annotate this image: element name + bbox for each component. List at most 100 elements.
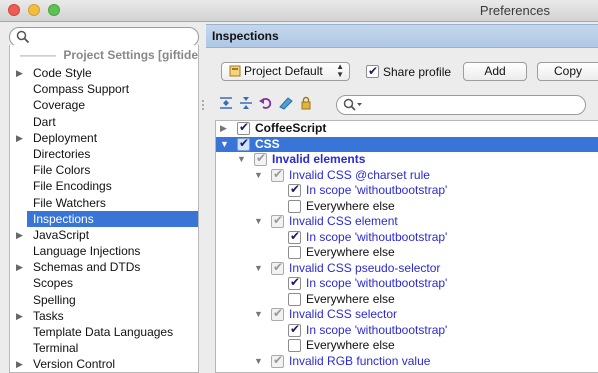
inspection-row[interactable]: Everywhere else (216, 292, 598, 308)
sidebar-item-spelling[interactable]: Spelling (10, 292, 198, 308)
sidebar-item-label: Terminal (33, 341, 79, 356)
inspection-row[interactable]: Everywhere else (216, 338, 598, 354)
close-window-button[interactable] (8, 4, 20, 16)
inspection-row[interactable]: ▼ Invalid RGB function value (216, 353, 598, 370)
inspection-row[interactable]: ▼ Invalid CSS element (216, 213, 598, 230)
inspection-label: Invalid elements (272, 152, 366, 166)
inspection-row[interactable]: ▶ CoffeeScript (216, 121, 598, 137)
sidebar-item-file-watchers[interactable]: File Watchers (10, 195, 198, 211)
lock-icon[interactable] (298, 95, 314, 111)
expand-arrow-icon[interactable]: ▶ (220, 121, 227, 137)
window-title: Preferences (479, 3, 550, 18)
sidebar-item-label: JavaScript (33, 227, 90, 242)
collapse-arrow-icon[interactable]: ▼ (254, 168, 263, 184)
inspection-row[interactable]: ▼ CSS (216, 136, 598, 153)
sidebar-item-label: Template Data Languages (33, 325, 174, 339)
sidebar-item-coverage[interactable]: Coverage (10, 97, 198, 113)
sidebar-item-directories[interactable]: Directories (10, 146, 198, 162)
inspection-checkbox[interactable] (271, 306, 284, 322)
sidebar-item-scopes[interactable]: Scopes (10, 275, 198, 291)
expand-arrow-icon[interactable]: ▶ (16, 227, 23, 243)
collapse-arrow-icon[interactable]: ▼ (254, 261, 263, 277)
title-bar: Preferences (0, 0, 598, 22)
share-profile-label: Share profile (383, 65, 452, 79)
inspection-checkbox[interactable] (288, 199, 301, 213)
edit-icon[interactable] (278, 95, 294, 111)
section-title: Inspections (206, 24, 598, 48)
inspection-checkbox[interactable] (237, 136, 250, 151)
inspection-row[interactable]: ▼ Invalid CSS pseudo-selector (216, 260, 598, 277)
inspection-checkbox[interactable] (271, 167, 284, 182)
sidebar-item-label: Schemas and DTDs (33, 260, 141, 275)
share-profile-check[interactable] (366, 63, 379, 79)
collapse-arrow-icon[interactable]: ▼ (254, 307, 263, 323)
minimize-window-button[interactable] (28, 4, 40, 16)
inspection-row[interactable]: In scope 'withoutbootstrap' (216, 182, 598, 199)
sidebar-item-compass-support[interactable]: Compass Support (10, 81, 198, 97)
expand-arrow-icon[interactable]: ▶ (16, 65, 23, 81)
collapse-arrow-icon[interactable]: ▼ (220, 137, 229, 153)
inspection-checkbox[interactable] (288, 182, 301, 198)
sidebar-item-deployment[interactable]: ▶ Deployment (10, 130, 198, 146)
inspection-row[interactable]: In scope 'withoutbootstrap' (216, 229, 598, 246)
inspection-row[interactable]: In scope 'withoutbootstrap' (216, 275, 598, 292)
sidebar-item-label: Language Injections (33, 244, 141, 259)
add-button[interactable]: Add (463, 62, 527, 81)
expand-arrow-icon[interactable]: ▶ (16, 259, 23, 275)
expand-all-icon[interactable] (218, 95, 234, 111)
inspection-checkbox[interactable] (254, 151, 267, 167)
sidebar-item-version-control[interactable]: ▶ Version Control (10, 356, 198, 372)
sidebar-item-label: Directories (33, 146, 91, 161)
expand-arrow-icon[interactable]: ▶ (16, 308, 23, 324)
collapse-all-icon[interactable] (238, 95, 254, 111)
splitter-handle[interactable] (202, 100, 204, 102)
sidebar-item-tasks[interactable]: ▶ Tasks (10, 308, 198, 324)
sidebar-item-code-style[interactable]: ▶ Code Style (10, 65, 198, 81)
inspection-row[interactable]: ▼ Invalid elements (216, 151, 598, 168)
collapse-arrow-icon[interactable]: ▼ (254, 214, 263, 230)
sidebar-item-language-injections[interactable]: Language Injections (10, 243, 198, 259)
inspection-label: Everywhere else (306, 291, 395, 306)
sidebar-item-schemas-and-dtds[interactable]: ▶ Schemas and DTDs (10, 259, 198, 275)
inspection-row[interactable]: ▼ Invalid CSS selector (216, 306, 598, 323)
settings-search-field[interactable] (9, 27, 199, 47)
collapse-arrow-icon[interactable]: ▼ (254, 354, 263, 370)
inspection-row[interactable]: Everywhere else (216, 245, 598, 261)
expand-arrow-icon[interactable]: ▶ (16, 356, 23, 372)
inspection-checkbox[interactable] (288, 292, 301, 306)
sidebar-item-dart[interactable]: Dart (10, 114, 198, 130)
inspection-label: Everywhere else (306, 198, 395, 213)
copy-button[interactable]: Copy (537, 62, 598, 81)
settings-sidebar: ——— Project Settings [giftidea] ——— ▶ Cod… (0, 22, 200, 373)
share-profile-checkbox[interactable]: Share profile (366, 63, 452, 80)
sidebar-item-label: Version Control (33, 357, 116, 372)
inspections-filter-input[interactable] (367, 97, 577, 113)
inspection-checkbox[interactable] (288, 322, 301, 337)
sidebar-item-file-colors[interactable]: File Colors (10, 162, 198, 178)
profile-select[interactable]: Project Default ▲ ▼ (221, 62, 350, 81)
inspection-row[interactable]: Everywhere else (216, 199, 598, 215)
sidebar-item-template-data-languages[interactable]: Template Data Languages (10, 324, 198, 340)
inspection-checkbox[interactable] (288, 229, 301, 244)
inspection-label: Invalid CSS selector (289, 307, 398, 321)
inspection-checkbox[interactable] (288, 246, 301, 259)
inspections-filter-field[interactable] (336, 95, 586, 115)
sidebar-item-terminal[interactable]: Terminal (10, 340, 198, 356)
inspection-checkbox[interactable] (271, 213, 284, 229)
reset-icon[interactable] (258, 95, 274, 111)
inspection-checkbox[interactable] (271, 260, 284, 275)
sidebar-item-file-encodings[interactable]: File Encodings (10, 178, 198, 194)
inspection-checkbox[interactable] (237, 121, 250, 136)
settings-search-input[interactable] (32, 29, 192, 45)
sidebar-item-javascript[interactable]: ▶ JavaScript (10, 227, 198, 243)
sidebar-item-label: Coverage (33, 98, 86, 113)
inspection-checkbox[interactable] (288, 275, 301, 291)
collapse-arrow-icon[interactable]: ▼ (237, 152, 246, 168)
inspection-checkbox[interactable] (288, 339, 301, 352)
inspection-row[interactable]: ▼ Invalid CSS @charset rule (216, 167, 598, 184)
expand-arrow-icon[interactable]: ▶ (16, 130, 23, 146)
inspection-checkbox[interactable] (271, 353, 284, 368)
sidebar-item-inspections[interactable]: Inspections (27, 210, 198, 227)
zoom-window-button[interactable] (48, 4, 60, 16)
inspection-row[interactable]: In scope 'withoutbootstrap' (216, 322, 598, 339)
